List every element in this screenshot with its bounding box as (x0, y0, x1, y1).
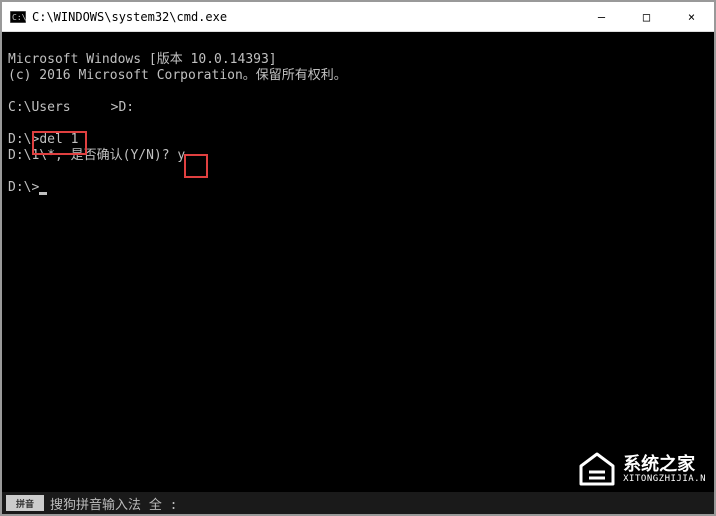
window-controls: — □ × (579, 2, 714, 31)
cursor (39, 192, 47, 195)
prompt: D:\> (8, 180, 39, 195)
watermark-subtitle: XITONGZHIJIA.N (623, 475, 706, 485)
maximize-button[interactable]: □ (624, 2, 669, 31)
window-title: C:\WINDOWS\system32\cmd.exe (32, 10, 579, 24)
ime-icon: 拼音 (6, 495, 44, 511)
watermark: 系统之家 XITONGZHIJIA.N (577, 452, 706, 488)
svg-text:C:\: C:\ (12, 13, 26, 22)
annotation-highlight (184, 154, 208, 178)
close-button[interactable]: × (669, 2, 714, 31)
ime-text: 搜狗拼音输入法 全 : (50, 494, 177, 513)
watermark-title: 系统之家 (623, 455, 706, 475)
cmd-icon: C:\ (10, 9, 26, 25)
prompt: D:\> (8, 132, 39, 147)
minimize-button[interactable]: — (579, 2, 624, 31)
ime-status-bar: 拼音 搜狗拼音输入法 全 : (2, 492, 714, 514)
prompt-suffix: >D: (111, 100, 134, 115)
confirm-answer: y (177, 148, 185, 163)
command-text: del 1 (39, 132, 78, 147)
terminal-line: Microsoft Windows [版本 10.0.14393] (8, 52, 277, 67)
prompt-path: C:\Users (8, 100, 71, 115)
window-titlebar: C:\ C:\WINDOWS\system32\cmd.exe — □ × (2, 2, 714, 32)
terminal-line: (c) 2016 Microsoft Corporation。保留所有权利。 (8, 68, 347, 83)
redacted-username (71, 102, 111, 114)
terminal-area[interactable]: Microsoft Windows [版本 10.0.14393] (c) 20… (2, 32, 714, 492)
house-icon (577, 452, 617, 488)
confirm-prompt: D:\1\*, 是否确认(Y/N)? (8, 148, 177, 163)
